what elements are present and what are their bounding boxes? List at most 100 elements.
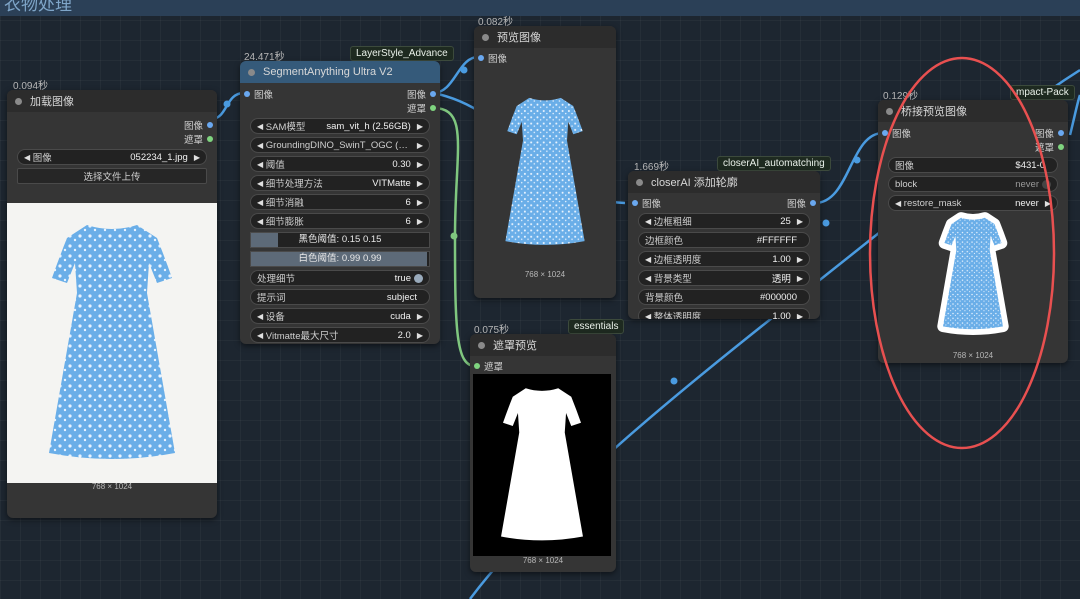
port-dot-icon[interactable] [207, 122, 213, 128]
arrow-right-icon[interactable]: ▶ [194, 153, 200, 162]
border-color-field[interactable]: 边框颜色 #FFFFFF [638, 232, 810, 248]
arrow-right-icon[interactable]: ▶ [417, 160, 423, 169]
background-color-field[interactable]: 背景颜色 #000000 [638, 289, 810, 305]
detail-method-select[interactable]: ◀ 细节处理方法 VITMatte ▶ [250, 175, 430, 191]
block-toggle[interactable]: block never [888, 176, 1058, 192]
toggle-on-icon[interactable] [414, 273, 423, 283]
collapse-dot-icon[interactable] [478, 341, 485, 349]
arrow-left-icon[interactable]: ◀ [257, 141, 263, 150]
image-dimensions: 768 × 1024 [91, 482, 133, 491]
wire-reroute-dot[interactable] [450, 232, 458, 240]
output-port-mask[interactable]: 遮罩 [240, 101, 440, 115]
port-dot-icon[interactable] [244, 91, 250, 97]
node-header[interactable]: 预览图像 [474, 26, 616, 48]
port-dot-icon[interactable] [478, 55, 484, 61]
port-dot-icon[interactable] [632, 200, 638, 206]
port-dot-icon[interactable] [474, 363, 480, 369]
port-dot-icon[interactable] [1058, 130, 1064, 136]
toggle-off-icon[interactable] [1042, 179, 1051, 189]
arrow-left-icon[interactable]: ◀ [645, 255, 651, 264]
process-detail-toggle[interactable]: 处理细节 true [250, 270, 430, 286]
arrow-right-icon[interactable]: ▶ [797, 274, 803, 283]
node-header[interactable]: 加载图像 [7, 90, 217, 112]
input-port-mask[interactable]: 遮罩 [470, 359, 616, 373]
collapse-dot-icon[interactable] [636, 178, 643, 186]
port-dot-icon[interactable] [810, 200, 816, 206]
collapse-dot-icon[interactable] [15, 97, 22, 105]
arrow-right-icon[interactable]: ▶ [797, 255, 803, 264]
input-port-image[interactable]: 图像 [474, 51, 616, 65]
node-header[interactable]: 遮罩预览 [470, 334, 616, 356]
arrow-left-icon[interactable]: ◀ [24, 153, 30, 162]
mask-image [473, 374, 611, 556]
detail-dilate-stepper[interactable]: ◀ 细节膨胀 6 ▶ [250, 213, 430, 229]
wire-reroute-dot[interactable] [670, 377, 678, 385]
arrow-right-icon[interactable]: ▶ [1045, 199, 1051, 208]
mask-preview-node[interactable]: 遮罩预览 遮罩 768 × 1024 [470, 334, 616, 572]
arrow-right-icon[interactable]: ▶ [417, 198, 423, 207]
arrow-right-icon[interactable]: ▶ [417, 217, 423, 226]
threshold-stepper[interactable]: ◀ 阈值 0.30 ▶ [250, 156, 430, 172]
node-header[interactable]: 桥接预览图像 [878, 100, 1068, 122]
arrow-left-icon[interactable]: ◀ [257, 331, 263, 340]
collapse-dot-icon[interactable] [482, 33, 489, 41]
arrow-right-icon[interactable]: ▶ [417, 122, 423, 131]
background-type-select[interactable]: ◀ 背景类型 透明 ▶ [638, 270, 810, 286]
port-dot-icon[interactable] [207, 136, 213, 142]
device-select[interactable]: ◀ 设备 cuda ▶ [250, 308, 430, 324]
wire-reroute-dot[interactable] [460, 66, 468, 74]
vitmatte-size-stepper[interactable]: ◀ Vitmatte最大尺寸 2.0 ▶ [250, 327, 430, 343]
input-port-image[interactable]: 图像 图像 [628, 196, 820, 210]
border-opacity-stepper[interactable]: ◀ 边框透明度 1.00 ▶ [638, 251, 810, 267]
arrow-right-icon[interactable]: ▶ [797, 217, 803, 226]
grounding-dino-select[interactable]: ◀ GroundingDINO_SwinT_OGC (69 ... ▶ [250, 137, 430, 153]
output-port-mask[interactable]: 遮罩 [7, 132, 217, 146]
closer-ai-outline-node[interactable]: closerAI 添加轮廓 图像 图像 ◀ 边框粗细 25 ▶ 边框颜色 #FFFFF… [628, 171, 820, 319]
wire-reroute-dot[interactable] [223, 100, 231, 108]
arrow-left-icon[interactable]: ◀ [257, 312, 263, 321]
arrow-right-icon[interactable]: ▶ [417, 141, 423, 150]
arrow-left-icon[interactable]: ◀ [257, 198, 263, 207]
port-dot-icon[interactable] [882, 130, 888, 136]
output-port-image[interactable]: 图像 [7, 118, 217, 132]
port-dot-icon[interactable] [430, 91, 436, 97]
white-threshold-slider[interactable]: 白色阈值: 0.99 0.99 [250, 251, 430, 267]
image-id-field[interactable]: 图像 $431-0 [888, 157, 1058, 173]
prompt-field[interactable]: 提示词 subject [250, 289, 430, 305]
wire-reroute-dot[interactable] [822, 219, 830, 227]
detail-erode-stepper[interactable]: ◀ 细节消融 6 ▶ [250, 194, 430, 210]
segment-anything-node[interactable]: SegmentAnything Ultra V2 图像 图像 遮罩 ◀ SAM模… [240, 61, 440, 344]
arrow-left-icon[interactable]: ◀ [645, 217, 651, 226]
port-dot-icon[interactable] [1058, 144, 1064, 150]
arrow-right-icon[interactable]: ▶ [797, 312, 803, 320]
arrow-left-icon[interactable]: ◀ [645, 312, 651, 320]
preview-image-node[interactable]: 预览图像 图像 768 × 1024 [474, 26, 616, 298]
arrow-right-icon[interactable]: ▶ [417, 331, 423, 340]
wire-reroute-dot[interactable] [853, 156, 861, 164]
bridge-preview-node[interactable]: 桥接预览图像 图像 图像 遮罩 图像 $431-0 block never ◀ re… [878, 100, 1068, 363]
input-port-image[interactable]: 图像 图像 [878, 126, 1068, 140]
arrow-left-icon[interactable]: ◀ [645, 274, 651, 283]
arrow-left-icon[interactable]: ◀ [257, 160, 263, 169]
arrow-right-icon[interactable]: ▶ [417, 179, 423, 188]
overall-opacity-stepper[interactable]: ◀ 整体透明度 1.00 ▶ [638, 308, 810, 319]
output-port-mask[interactable]: 遮罩 [878, 140, 1068, 154]
node-header[interactable]: closerAI 添加轮廓 [628, 171, 820, 193]
collapse-dot-icon[interactable] [886, 107, 893, 115]
input-port-image[interactable]: 图像 图像 [240, 87, 440, 101]
load-image-node[interactable]: 加载图像 图像 遮罩 ◀ 图像 052234_1.jpg ▶ 选择文件上传 76… [7, 90, 217, 518]
arrow-left-icon[interactable]: ◀ [257, 122, 263, 131]
port-dot-icon[interactable] [430, 105, 436, 111]
black-threshold-slider[interactable]: 黑色阈值: 0.15 0.15 [250, 232, 430, 248]
upload-button[interactable]: 选择文件上传 [17, 168, 207, 184]
sam-model-select[interactable]: ◀ SAM模型 sam_vit_h (2.56GB) ▶ [250, 118, 430, 134]
image-select[interactable]: ◀ 图像 052234_1.jpg ▶ [17, 149, 207, 165]
arrow-left-icon[interactable]: ◀ [895, 199, 901, 208]
group-title[interactable]: 衣物处理 [0, 0, 1080, 16]
border-width-stepper[interactable]: ◀ 边框粗细 25 ▶ [638, 213, 810, 229]
node-header[interactable]: SegmentAnything Ultra V2 [240, 61, 440, 83]
arrow-right-icon[interactable]: ▶ [417, 312, 423, 321]
arrow-left-icon[interactable]: ◀ [257, 179, 263, 188]
collapse-dot-icon[interactable] [248, 68, 255, 76]
arrow-left-icon[interactable]: ◀ [257, 217, 263, 226]
